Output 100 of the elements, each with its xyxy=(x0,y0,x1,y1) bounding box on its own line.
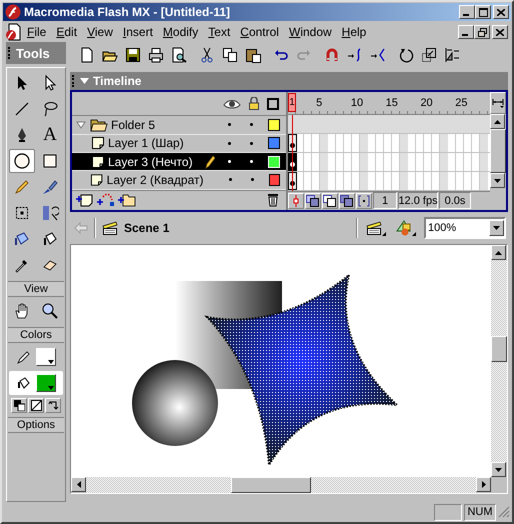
lock-dot-icon[interactable] xyxy=(250,178,254,182)
crossed-square-icon xyxy=(30,400,42,411)
num-lock-indicator: NUM xyxy=(464,504,496,520)
close-icon xyxy=(497,8,505,16)
layer-color-square[interactable] xyxy=(268,174,280,186)
minimize-button[interactable] xyxy=(458,25,474,39)
left-arrow-icon[interactable] xyxy=(76,481,80,488)
modify-onion-markers-button[interactable] xyxy=(356,192,372,209)
zoom-icon xyxy=(41,302,59,320)
frame-number: 5 xyxy=(316,96,324,109)
playhead-marker[interactable]: 1 xyxy=(288,93,296,112)
menu-item[interactable]: Modify xyxy=(158,25,204,39)
pencil-icon xyxy=(13,178,31,196)
visibility-dot-icon[interactable] xyxy=(228,123,231,126)
scroll-thumb[interactable] xyxy=(231,477,311,493)
transform-icon xyxy=(13,204,31,222)
add-folder-icon[interactable] xyxy=(117,193,137,208)
folder-icon xyxy=(90,118,108,132)
maximize-button[interactable] xyxy=(475,5,491,19)
scroll-thumb[interactable] xyxy=(490,129,506,173)
expand-triangle-icon[interactable] xyxy=(76,120,86,129)
frame-width-icon xyxy=(492,98,504,108)
eye-icon[interactable] xyxy=(223,98,241,109)
scroll-thumb[interactable] xyxy=(491,336,507,362)
onion-skin-button[interactable] xyxy=(305,192,321,209)
down-arrow-icon[interactable] xyxy=(495,468,502,472)
frame-number: 20 xyxy=(420,96,434,109)
shapes-icon xyxy=(395,219,417,237)
ink-bottle-icon xyxy=(13,230,31,248)
zoom-dropdown[interactable]: 100% xyxy=(424,217,506,239)
edit-multiple-frames-button[interactable] xyxy=(339,192,355,209)
layer-row[interactable]: Layer 2 (Квадрат) xyxy=(72,171,286,190)
down-arrow-icon[interactable] xyxy=(494,178,501,182)
close-button[interactable] xyxy=(493,5,509,19)
frame-row[interactable] xyxy=(288,152,490,172)
layer-color-square[interactable] xyxy=(268,137,280,150)
layer-name: Layer 3 (Нечто) xyxy=(108,154,193,169)
swap-colors-button[interactable] xyxy=(45,398,61,413)
menu-item[interactable]: Edit xyxy=(51,25,82,39)
close-button[interactable] xyxy=(492,25,508,39)
frame-number: 10 xyxy=(350,96,364,109)
menu-item[interactable]: Window xyxy=(284,25,337,39)
onion-outlines-button[interactable] xyxy=(322,192,338,209)
right-arrow-icon[interactable] xyxy=(482,481,486,488)
menu-item[interactable]: Text xyxy=(203,25,236,39)
elapsed-time-field: 0.0s xyxy=(439,192,471,210)
layer-name: Layer 1 (Шар) xyxy=(108,136,184,150)
visibility-dot-icon[interactable] xyxy=(228,160,231,164)
line-icon xyxy=(13,100,31,118)
stroke-color-swatch[interactable] xyxy=(36,348,56,366)
no-color-button[interactable] xyxy=(28,398,44,413)
padlock-icon[interactable] xyxy=(248,97,260,110)
layer-page-icon xyxy=(90,172,104,187)
collapse-triangle-icon[interactable] xyxy=(80,78,89,84)
dropdown-arrow-icon[interactable] xyxy=(493,226,500,230)
restore-icon xyxy=(478,28,486,36)
overlapping-squares-icon xyxy=(14,400,24,411)
center-frame-button[interactable] xyxy=(288,192,304,209)
trash-icon[interactable] xyxy=(266,193,280,208)
outline-icon[interactable] xyxy=(267,98,279,110)
resize-grip-icon[interactable] xyxy=(498,506,510,518)
oval-tool-button[interactable] xyxy=(9,149,35,173)
tools-title: Tools xyxy=(16,46,50,60)
default-colors-button[interactable] xyxy=(11,398,27,413)
frame-ruler[interactable]: 1 5 10 15 20 25 xyxy=(288,92,490,115)
layer-folder-row[interactable]: Folder 5 xyxy=(72,116,286,135)
layer-name: Folder 5 xyxy=(111,118,156,132)
vertical-scrollbar[interactable] xyxy=(491,245,507,477)
visibility-dot-icon[interactable] xyxy=(228,142,231,145)
fill-color-swatch[interactable] xyxy=(36,374,56,392)
document-icon xyxy=(4,23,22,41)
lock-dot-icon[interactable] xyxy=(250,160,253,164)
clapperboard-icon xyxy=(365,219,387,237)
minimize-button[interactable] xyxy=(459,5,475,19)
layer-row[interactable]: Layer 3 (Нечто) xyxy=(72,152,286,172)
menu-item[interactable]: Help xyxy=(336,25,372,39)
pencil-icon xyxy=(16,350,30,364)
text-tool-button[interactable]: A xyxy=(37,123,63,147)
frame-view-menu-button[interactable] xyxy=(490,92,506,114)
up-arrow-icon[interactable] xyxy=(494,120,501,124)
visibility-dot-icon[interactable] xyxy=(228,178,232,182)
restore-button[interactable] xyxy=(474,25,490,39)
stage-canvas[interactable] xyxy=(71,245,491,477)
lock-dot-icon[interactable] xyxy=(250,142,253,145)
horizontal-scrollbar[interactable] xyxy=(71,477,491,493)
add-layer-icon[interactable] xyxy=(75,193,95,208)
menu-item[interactable]: Control xyxy=(235,25,284,39)
brush-icon xyxy=(41,178,59,196)
add-motion-guide-icon[interactable] xyxy=(96,193,116,208)
menu-item[interactable]: Insert xyxy=(118,25,158,39)
up-arrow-icon[interactable] xyxy=(495,250,502,254)
menu-item[interactable]: View xyxy=(82,25,118,39)
overlapping-frames-icon xyxy=(306,194,320,207)
layer-color-square[interactable] xyxy=(268,118,280,131)
lock-dot-icon[interactable] xyxy=(250,123,253,126)
selected-star-shape[interactable] xyxy=(206,274,398,466)
gradient-sphere-shape[interactable] xyxy=(132,360,218,446)
status-pane xyxy=(434,504,462,520)
menu-item[interactable]: File xyxy=(22,25,52,39)
oval-icon xyxy=(13,152,31,170)
